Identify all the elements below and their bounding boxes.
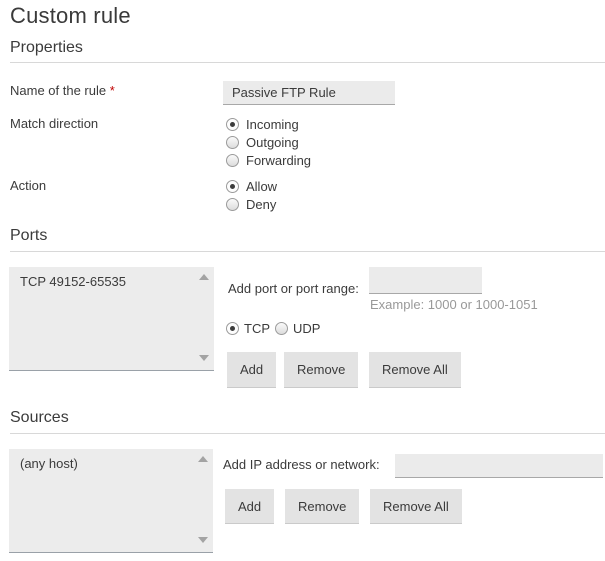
action-group: Allow Deny (226, 177, 277, 213)
action-label: Action (10, 178, 46, 193)
sources-remove-button[interactable]: Remove (285, 489, 359, 524)
scroll-down-icon[interactable] (198, 537, 208, 543)
list-item[interactable]: (any host) (9, 449, 213, 478)
custom-rule-form: Custom rule Properties Name of the rule … (0, 0, 605, 561)
radio-option-udp[interactable]: UDP (275, 321, 320, 336)
match-direction-label: Match direction (10, 116, 98, 131)
match-direction-group: Incoming Outgoing Forwarding (226, 115, 311, 169)
name-of-rule-label: Name of the rule * (10, 83, 115, 98)
tcp-radio[interactable] (226, 322, 239, 335)
ip-input[interactable] (395, 454, 603, 478)
scroll-down-icon[interactable] (199, 355, 209, 361)
required-asterisk: * (110, 83, 115, 98)
radio-option-deny[interactable]: Deny (226, 195, 277, 213)
scroll-up-icon[interactable] (199, 274, 209, 280)
radio-option-tcp[interactable]: TCP (226, 321, 270, 336)
section-heading-ports: Ports (10, 227, 47, 245)
ports-remove-button[interactable]: Remove (284, 352, 358, 388)
rule-name-input[interactable] (223, 81, 395, 105)
section-divider (10, 433, 605, 434)
sources-add-button[interactable]: Add (225, 489, 274, 524)
port-example-hint: Example: 1000 or 1000-1051 (370, 297, 538, 312)
radio-option-forwarding[interactable]: Forwarding (226, 151, 311, 169)
radio-option-outgoing[interactable]: Outgoing (226, 133, 311, 151)
section-heading-properties: Properties (10, 39, 83, 57)
scroll-up-icon[interactable] (198, 456, 208, 462)
sources-listbox[interactable]: (any host) (9, 449, 213, 553)
allow-radio[interactable] (226, 180, 239, 193)
page-title: Custom rule (10, 3, 131, 29)
forwarding-radio[interactable] (226, 154, 239, 167)
sources-remove-all-button[interactable]: Remove All (370, 489, 462, 524)
port-input[interactable] (369, 267, 482, 294)
outgoing-radio[interactable] (226, 136, 239, 149)
protocol-group: TCP UDP (226, 320, 325, 336)
ports-listbox[interactable]: TCP 49152-65535 (9, 267, 214, 371)
section-heading-sources: Sources (10, 409, 69, 427)
add-port-label: Add port or port range: (228, 281, 359, 296)
udp-radio[interactable] (275, 322, 288, 335)
section-divider (10, 62, 605, 63)
deny-radio[interactable] (226, 198, 239, 211)
ports-remove-all-button[interactable]: Remove All (369, 352, 461, 388)
incoming-radio[interactable] (226, 118, 239, 131)
add-ip-label: Add IP address or network: (223, 457, 380, 472)
ports-add-button[interactable]: Add (227, 352, 276, 388)
section-divider (10, 251, 605, 252)
radio-option-incoming[interactable]: Incoming (226, 115, 311, 133)
radio-option-allow[interactable]: Allow (226, 177, 277, 195)
list-item[interactable]: TCP 49152-65535 (9, 267, 214, 296)
